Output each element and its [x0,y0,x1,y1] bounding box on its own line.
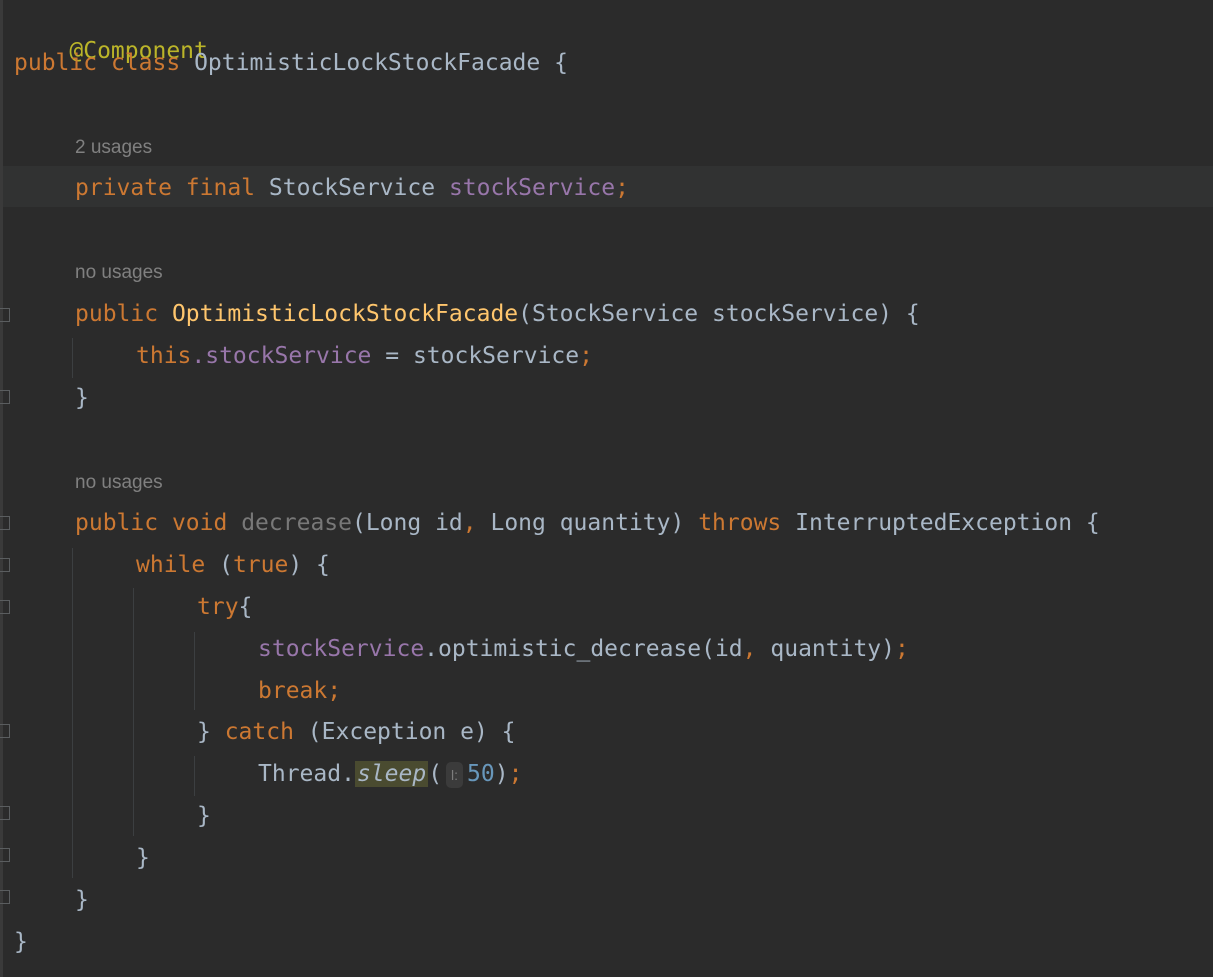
indent-guide [133,588,134,836]
fold-marker-icon[interactable] [0,724,10,738]
brace: { [554,50,568,76]
indent-guide [72,338,73,378]
paren-close: ) [494,761,509,787]
assignment: = stockService [371,343,580,369]
code-line-break[interactable]: break; [258,676,341,706]
code-line-service-call[interactable]: stockService.optimistic_decrease(id, qua… [258,634,909,664]
params-rest: Long quantity) [476,510,699,536]
keyword-this: this [136,343,192,369]
class-name: OptimisticLockStockFacade [194,50,541,76]
semicolon: ; [327,678,342,704]
paren-open: ( [205,552,233,578]
closing-brace: } [197,719,225,745]
constructor-name: OptimisticLockStockFacade [171,301,519,327]
keyword-private: private [75,175,172,201]
keyword-class: class [110,50,181,76]
keyword-break: break [258,678,328,704]
closing-brace: } [75,887,89,913]
paren-close-brace: ) { [288,552,330,578]
semicolon: ; [579,343,593,369]
class-reference: Thread. [258,761,355,787]
code-line-method-declaration[interactable]: public void decrease(Long id, Long quant… [75,508,1100,538]
code-line-catch-close[interactable]: } [197,801,211,831]
keyword-true: true [232,552,289,578]
code-line-while[interactable]: while (true) { [136,550,330,580]
gutter [0,0,3,977]
indent-guide [72,548,73,878]
fold-marker-icon[interactable] [0,558,10,572]
keyword-catch: catch [224,719,294,745]
comma: , [742,636,757,662]
semicolon: ; [615,175,629,201]
code-line-class-close[interactable]: } [14,927,28,957]
closing-brace: } [197,803,211,829]
keyword-final: final [185,175,256,201]
code-line-while-close[interactable]: } [136,843,150,873]
fold-marker-icon[interactable] [0,848,10,862]
field-reference: .stockService [191,343,372,369]
closing-brace: } [136,845,150,871]
call-args-rest: quantity) [756,636,896,662]
exception-type: InterruptedException { [781,510,1100,536]
keyword-try: try [197,594,239,620]
code-line-constructor-declaration[interactable]: public OptimisticLockStockFacade(StockSe… [75,299,920,329]
code-line-constructor-body[interactable]: this.stockService = stockService; [136,341,593,371]
keyword-while: while [136,552,206,578]
semicolon: ; [895,636,909,662]
paren-open: ( [428,761,443,787]
fold-marker-icon[interactable] [0,600,10,614]
indent-guide [194,756,195,796]
brace: { [238,594,253,620]
code-line-try[interactable]: try{ [197,592,252,622]
method-name: decrease [241,510,352,536]
parameter-hint[interactable]: l: [446,761,464,788]
param-open: (Long id [351,510,463,536]
code-line-catch[interactable]: } catch (Exception e) { [197,717,516,747]
field-reference: stockService [258,636,425,662]
constructor-params: (StockService stockService) { [518,301,920,327]
code-line-annotation[interactable]: @Component [14,6,207,64]
fold-marker-icon[interactable] [0,806,10,820]
fold-marker-icon[interactable] [0,516,10,530]
closing-brace: } [14,929,28,955]
code-line-thread-sleep[interactable]: Thread.sleep(l: 50); [258,759,522,789]
type-name: StockService [268,175,436,201]
semicolon: ; [508,761,523,787]
code-line-constructor-close[interactable]: } [75,383,89,413]
code-line-field-declaration[interactable]: private final StockService stockService; [75,173,629,203]
comma: , [462,510,477,536]
usages-hint-method[interactable]: no usages [75,471,163,495]
fold-marker-icon[interactable] [0,308,10,322]
catch-clause: (Exception e) { [293,719,516,745]
code-editor[interactable]: @Component public class OptimisticLockSt… [0,0,1213,977]
closing-brace: } [75,385,89,411]
field-name: stockService [448,175,616,201]
keyword-public: public [75,510,159,536]
indent-guide [194,632,195,710]
method-call: .optimistic_decrease(id [424,636,743,662]
usages-hint-constructor[interactable]: no usages [75,261,163,285]
keyword-public: public [14,50,98,76]
fold-marker-icon[interactable] [0,890,10,904]
number-literal: 50 [467,761,495,787]
keyword-throws: throws [698,510,782,536]
code-line-class-declaration[interactable]: public class OptimisticLockStockFacade { [14,48,568,78]
keyword-void: void [171,510,228,536]
usages-hint-field[interactable]: 2 usages [75,136,152,160]
fold-marker-icon[interactable] [0,390,10,404]
keyword-public: public [75,301,159,327]
static-method-call: sleep [354,761,429,787]
code-line-method-close[interactable]: } [75,885,89,915]
